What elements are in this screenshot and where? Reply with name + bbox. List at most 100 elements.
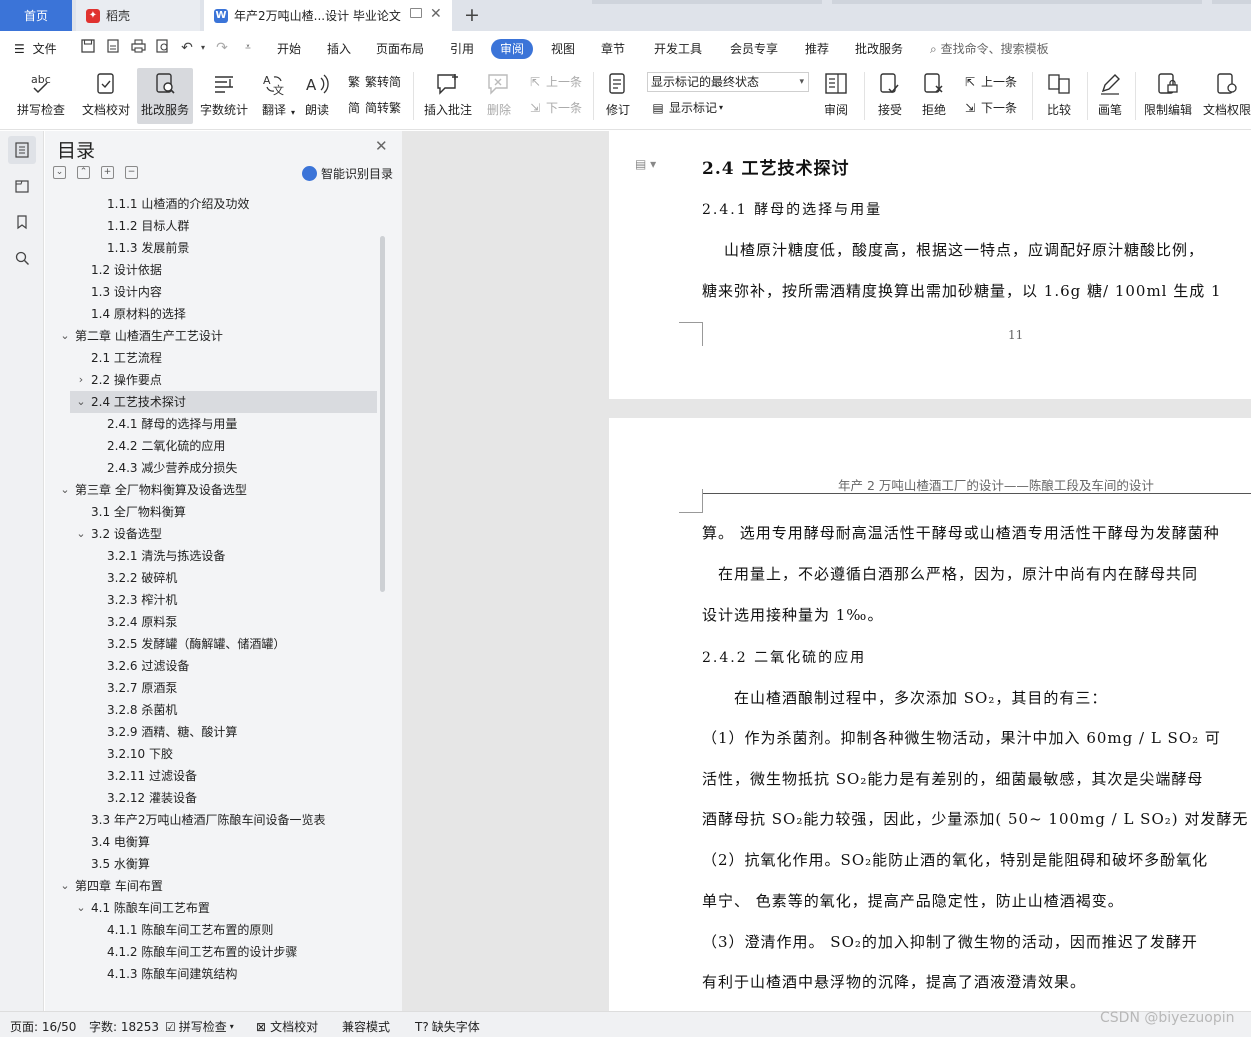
close-tab-icon[interactable]: ✕ [430, 6, 442, 22]
toc-item[interactable]: 1.1.1 山楂酒的介绍及功效 [45, 193, 377, 215]
toc-item[interactable]: 4.1.2 陈酿车间工艺布置的设计步骤 [45, 941, 377, 963]
toc-item[interactable]: 1.3 设计内容 [45, 281, 377, 303]
doc-proof-button[interactable]: 文档校对 [79, 68, 133, 124]
chevron-right-icon[interactable]: › [75, 369, 87, 391]
show-markup-button[interactable]: ▤ 显示标记 ▾ [650, 98, 723, 118]
prev-change-button[interactable]: ⇱ 上一条 [962, 72, 1017, 92]
chevron-down-icon[interactable]: ⌄ [59, 325, 71, 347]
spellcheck-button[interactable]: abc 拼写检查 [10, 68, 72, 124]
remove-heading-icon[interactable]: − [125, 166, 138, 179]
print-preview-icon[interactable] [154, 39, 172, 57]
menu-home[interactable]: 开始 [277, 39, 301, 59]
word-count-indicator[interactable]: 字数: 18253 [89, 1018, 159, 1035]
read-aloud-button[interactable]: A 朗读 [300, 68, 334, 124]
chevron-down-icon[interactable]: ⌄ [75, 391, 87, 413]
review-pane-button[interactable]: 审阅 [816, 68, 856, 124]
menu-correction-service[interactable]: 批改服务 [855, 39, 903, 59]
correction-service-button[interactable]: 批改服务 [137, 68, 193, 124]
command-search[interactable]: ⌕ 查找命令、搜索模板 [930, 39, 1049, 59]
toc-item[interactable]: 3.2.9 酒精、糖、酸计算 [45, 721, 377, 743]
word-count-button[interactable]: 字数统计 [198, 68, 250, 124]
undo-dropdown-icon[interactable]: ▾ [194, 39, 212, 57]
chevron-down-icon[interactable]: ⌄ [59, 875, 71, 897]
smart-toc-button[interactable]: 智能识别目录 [302, 165, 393, 182]
reject-button[interactable]: 拒绝 [915, 68, 953, 124]
toc-item[interactable]: 4.1.3 陈酿车间建筑结构 [45, 963, 377, 985]
toc-item[interactable]: 3.3 年产2万吨山楂酒厂陈酿车间设备一览表 [45, 809, 377, 831]
accept-button[interactable]: 接受 [871, 68, 909, 124]
trad-to-simp-button[interactable]: 繁 繁转简 [346, 72, 401, 92]
toc-icon[interactable] [8, 136, 36, 164]
redo-icon[interactable]: ↷ [213, 39, 231, 57]
delete-comment-button[interactable]: 删除 [481, 68, 517, 124]
toc-item[interactable]: 3.2.1 清洗与拣选设备 [45, 545, 377, 567]
document-page[interactable] [609, 418, 1251, 1011]
chapter-nav-icon[interactable] [8, 172, 36, 200]
toc-item[interactable]: ⌄ 第二章 山楂酒生产工艺设计 [45, 325, 377, 347]
toc-item[interactable]: ⌄ 4.1 陈酿车间工艺布置 [45, 897, 377, 919]
doc-proof-status[interactable]: ⊠ 文档校对 [256, 1018, 318, 1035]
toc-item[interactable]: 2.4.2 二氧化硫的应用 [45, 435, 377, 457]
collapse-all-icon[interactable]: ⌄ [53, 166, 66, 179]
restrict-edit-button[interactable]: 限制编辑 [1141, 68, 1195, 124]
menu-page-layout[interactable]: 页面布局 [376, 39, 424, 59]
simp-to-trad-button[interactable]: 简 简转繁 [346, 98, 401, 118]
page-indicator[interactable]: 页面: 16/50 [10, 1018, 76, 1035]
prev-comment-button[interactable]: ⇱ 上一条 [527, 72, 582, 92]
markup-state-select[interactable]: 显示标记的最终状态 ▾ [647, 72, 809, 92]
toc-item[interactable]: ⌄ 第四章 车间布置 [45, 875, 377, 897]
close-icon[interactable]: ✕ [375, 137, 388, 155]
add-heading-icon[interactable]: + [101, 166, 114, 179]
toc-item[interactable]: 3.2.11 过滤设备 [45, 765, 377, 787]
toc-item[interactable]: 3.4 电衡算 [45, 831, 377, 853]
new-tab-icon[interactable]: + [462, 4, 482, 26]
tab-document[interactable]: W 年产2万吨山楂...设计 毕业论文 ✕ [204, 0, 452, 31]
search-icon[interactable] [8, 244, 36, 272]
export-pdf-icon[interactable] [104, 39, 122, 57]
track-changes-button[interactable]: 修订 [600, 68, 636, 124]
next-change-button[interactable]: ⇲ 下一条 [962, 98, 1017, 118]
toc-item[interactable]: ⌄ 3.2 设备选型 [45, 523, 377, 545]
menu-developer[interactable]: 开发工具 [654, 39, 702, 59]
menu-references[interactable]: 引用 [450, 39, 474, 59]
menu-view[interactable]: 视图 [551, 39, 575, 59]
toc-item[interactable]: 1.1.3 发展前景 [45, 237, 377, 259]
menu-chapter[interactable]: 章节 [601, 39, 625, 59]
nav-scrollbar[interactable] [380, 236, 385, 592]
menu-member[interactable]: 会员专享 [730, 39, 778, 59]
chevron-down-icon[interactable]: ⌄ [75, 523, 87, 545]
customize-toolbar-icon[interactable]: ⩡ [239, 39, 257, 57]
toc-item[interactable]: 3.2.7 原酒泵 [45, 677, 377, 699]
file-menu[interactable]: ☰ 文件 [14, 39, 57, 59]
print-icon[interactable] [129, 39, 147, 57]
save-icon[interactable] [79, 39, 97, 57]
toc-item[interactable]: ⌄ 第三章 全厂物料衡算及设备选型 [45, 479, 377, 501]
toc-item[interactable]: 2.1 工艺流程 [45, 347, 377, 369]
spellcheck-status[interactable]: ☑ 拼写检查 ▾ [165, 1018, 234, 1035]
chevron-down-icon[interactable]: ⌄ [75, 897, 87, 919]
menu-insert[interactable]: 插入 [327, 39, 351, 59]
toc-item[interactable]: 1.4 原材料的选择 [45, 303, 377, 325]
doc-permission-button[interactable]: 文档权限 [1200, 68, 1251, 124]
translate-button[interactable]: A文 翻译 ▾ [256, 68, 295, 124]
chevron-down-icon[interactable]: ⌄ [59, 479, 71, 501]
paragraph-menu-icon[interactable]: ▤ ▾ [635, 157, 656, 171]
toc-item[interactable]: 3.2.6 过滤设备 [45, 655, 377, 677]
toc-item[interactable]: 3.2.12 灌装设备 [45, 787, 377, 809]
next-comment-button[interactable]: ⇲ 下一条 [527, 98, 582, 118]
bookmark-icon[interactable] [8, 208, 36, 236]
expand-all-icon[interactable]: ⌃ [77, 166, 90, 179]
menu-review[interactable]: 审阅 [491, 39, 534, 59]
menu-recommend[interactable]: 推荐 [805, 39, 829, 59]
toc-item[interactable]: 4.1.1 陈酿车间工艺布置的原则 [45, 919, 377, 941]
toc-item[interactable]: 3.1 全厂物料衡算 [45, 501, 377, 523]
tab-daoke[interactable]: ✦ 稻壳 [76, 0, 200, 31]
toc-item[interactable]: 2.4.3 减少营养成分损失 [45, 457, 377, 479]
toc-item[interactable]: 3.2.4 原料泵 [45, 611, 377, 633]
toc-item[interactable]: 3.2.2 破碎机 [45, 567, 377, 589]
tab-home[interactable]: 首页 [0, 0, 72, 31]
toc-item[interactable]: 3.2.5 发酵罐（酶解罐、储酒罐） [45, 633, 377, 655]
toc-item[interactable]: 3.2.8 杀菌机 [45, 699, 377, 721]
toc-item[interactable]: 3.5 水衡算 [45, 853, 377, 875]
missing-font-status[interactable]: T? 缺失字体 [415, 1018, 480, 1035]
